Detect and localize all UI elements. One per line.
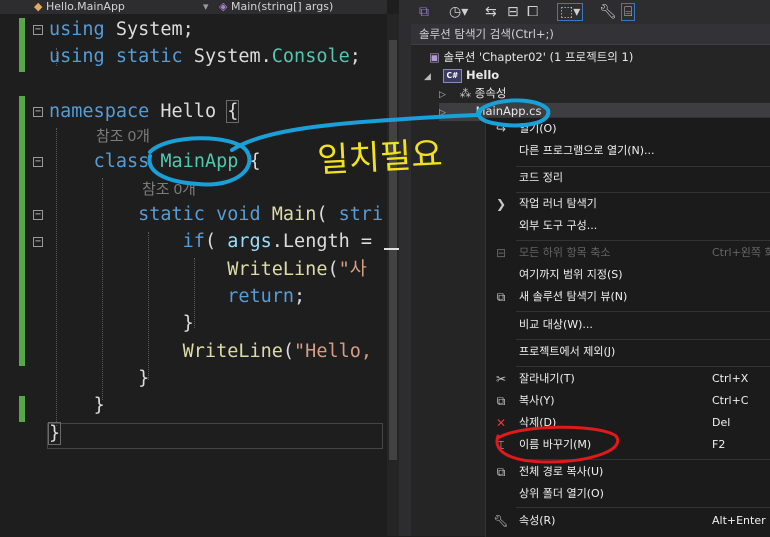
menu-item-properties[interactable]: 🔧︎ 속성(R) Alt+Enter — [486, 510, 770, 532]
delete-x-icon: ✕ — [495, 416, 507, 430]
context-menu: ↪ 열기(O) 다른 프로그램으로 열기(N)... 코드 정리 ❯ 작업 러너 탐… — [485, 117, 770, 537]
change-indicator — [19, 396, 25, 422]
change-indicator — [19, 96, 25, 366]
menu-item-open-with[interactable]: 다른 프로그램으로 열기(N)... — [486, 140, 770, 162]
menu-item-task-runner[interactable]: ❯ 작업 러너 탐색기 — [486, 193, 770, 215]
class-icon: ◆ — [34, 0, 46, 13]
code-line[interactable]: } — [49, 311, 194, 337]
method-reference-count[interactable]: 참조 0개 — [142, 178, 196, 199]
new-view-icon: ⧉ — [496, 290, 506, 304]
copy-path-icon: ⧉ — [496, 465, 506, 479]
solution-icon: ▣ — [429, 50, 440, 64]
menu-item-rename[interactable]: ⌶ 이름 바꾸기(M) F2 — [486, 434, 770, 456]
class-reference-count[interactable]: 참조 0개 — [96, 125, 150, 146]
collapse-icon[interactable] — [33, 157, 43, 167]
menu-item-cut[interactable]: ✂ 잘라내기(T) Ctrl+X — [486, 368, 770, 390]
menu-item-copy-full-path[interactable]: ⧉ 전체 경로 복사(U) — [486, 461, 770, 483]
preview-icon[interactable]: ⌸ — [621, 3, 636, 21]
collapsed-arrow-icon[interactable]: ▷ — [439, 90, 446, 100]
change-indicator — [19, 18, 25, 72]
collapse-icon[interactable] — [33, 210, 43, 220]
member-dropdown[interactable]: ◈ Main(string[] args) — [219, 0, 333, 14]
sync-icon[interactable]: ⇆ — [485, 3, 497, 21]
menu-item-delete[interactable]: ✕ 삭제(D) Del — [486, 412, 770, 434]
submenu-chevron-icon: ❯ — [495, 197, 507, 211]
menu-item-open-containing-folder[interactable]: 상위 폴더 열기(O) — [486, 483, 770, 505]
rename-icon: ⌶ — [497, 438, 505, 452]
csharp-project-icon: C# — [442, 68, 462, 83]
solution-explorer-search[interactable]: 솔루션 탐색기 검색(Ctrl+;) — [411, 24, 770, 45]
code-line[interactable]: using System; — [49, 17, 194, 43]
code-line[interactable]: namespace Hello { — [49, 99, 240, 125]
code-line[interactable]: } — [49, 393, 105, 419]
collapsed-arrow-icon[interactable]: ▷ — [439, 108, 446, 118]
method-icon: ◈ — [219, 0, 231, 13]
view-switch-icon[interactable]: ⬚▾ — [557, 3, 584, 21]
menu-item-compare-with[interactable]: 비교 대상(W)... — [486, 314, 770, 336]
menu-separator — [516, 339, 770, 340]
scissors-icon: ✂ — [495, 372, 507, 386]
menu-item-exclude[interactable]: 프로젝트에서 제외(J) — [486, 341, 770, 363]
tree-item-project[interactable]: ◢ C# Hello — [424, 67, 499, 85]
menu-item-external-tools[interactable]: 외부 도구 구성... — [486, 215, 770, 237]
collapse-all-icon[interactable]: ⊟ — [507, 3, 519, 21]
show-all-files-icon[interactable]: ⧠ — [527, 3, 538, 21]
solution-explorer-toolbar: ⧉ ◷▾ ⇆ ⊟ ⧠ ⬚▾ 🔧︎ ⌸ — [411, 0, 770, 24]
code-line[interactable]: static void Main( stri — [49, 202, 383, 228]
dropdown-arrow-icon[interactable]: ▾ — [203, 0, 209, 14]
current-line-highlight — [47, 423, 383, 449]
menu-separator — [516, 366, 770, 367]
menu-separator — [516, 240, 770, 241]
tree-item-solution[interactable]: ▣ 솔루션 'Chapter02' (1 프로젝트의 1) — [429, 49, 633, 65]
open-icon: ↪ — [495, 122, 507, 136]
collapse-icon[interactable] — [33, 237, 43, 247]
menu-item-copy[interactable]: ⧉ 복사(Y) Ctrl+C — [486, 390, 770, 412]
pane-splitter[interactable] — [399, 0, 411, 536]
wrench-icon: 🔧︎ — [493, 514, 509, 528]
dependencies-icon: ⁂ — [459, 86, 472, 100]
editor-navigation-bar: ◆ Hello.MainApp ▾ ◈ Main(string[] args) — [0, 0, 387, 14]
copy-icon: ⧉ — [496, 394, 506, 408]
code-line[interactable]: if( args.Length = — [49, 229, 372, 255]
menu-separator — [516, 459, 770, 460]
code-line[interactable]: WriteLine("Hello, — [49, 339, 372, 365]
menu-item-scope-to-this[interactable]: 여기까지 범위 지정(S) — [486, 264, 770, 286]
code-line[interactable]: } — [49, 366, 149, 392]
code-line[interactable]: WriteLine("사 — [49, 257, 367, 283]
menu-item-new-view[interactable]: ⧉ 새 솔루션 탐색기 뷰(N) — [486, 286, 770, 308]
menu-separator — [516, 507, 770, 508]
menu-item-code-cleanup[interactable]: 코드 정리 — [486, 167, 770, 189]
expanded-arrow-icon[interactable]: ◢ — [424, 72, 431, 82]
code-editor[interactable]: ◆ Hello.MainApp ▾ ◈ Main(string[] args) … — [0, 0, 387, 536]
collapse-icon: ⊟ — [495, 246, 507, 260]
class-dropdown[interactable]: ◆ Hello.MainApp — [34, 0, 125, 14]
tree-item-dependencies[interactable]: ▷ ⁂ 종속성 — [439, 85, 506, 103]
collapse-icon[interactable] — [33, 107, 43, 117]
scrollbar-thumb[interactable] — [389, 40, 397, 460]
menu-item-open[interactable]: ↪ 열기(O) — [486, 118, 770, 140]
code-line[interactable]: using static System.Console; — [49, 44, 361, 70]
menu-separator — [516, 311, 770, 312]
code-line[interactable]: return; — [49, 284, 305, 310]
code-line[interactable]: } — [47, 421, 62, 447]
menu-item-collapse-all[interactable]: ⊟ 모든 하위 항목 축소 Ctrl+왼쪽 화 — [486, 242, 770, 264]
collapse-icon[interactable] — [33, 25, 43, 35]
code-line[interactable]: class MainApp { — [49, 149, 261, 175]
properties-wrench-icon[interactable]: 🔧︎ — [599, 3, 617, 21]
history-icon[interactable]: ◷▾ — [449, 3, 468, 21]
vs-icon[interactable]: ⧉ — [419, 3, 429, 21]
